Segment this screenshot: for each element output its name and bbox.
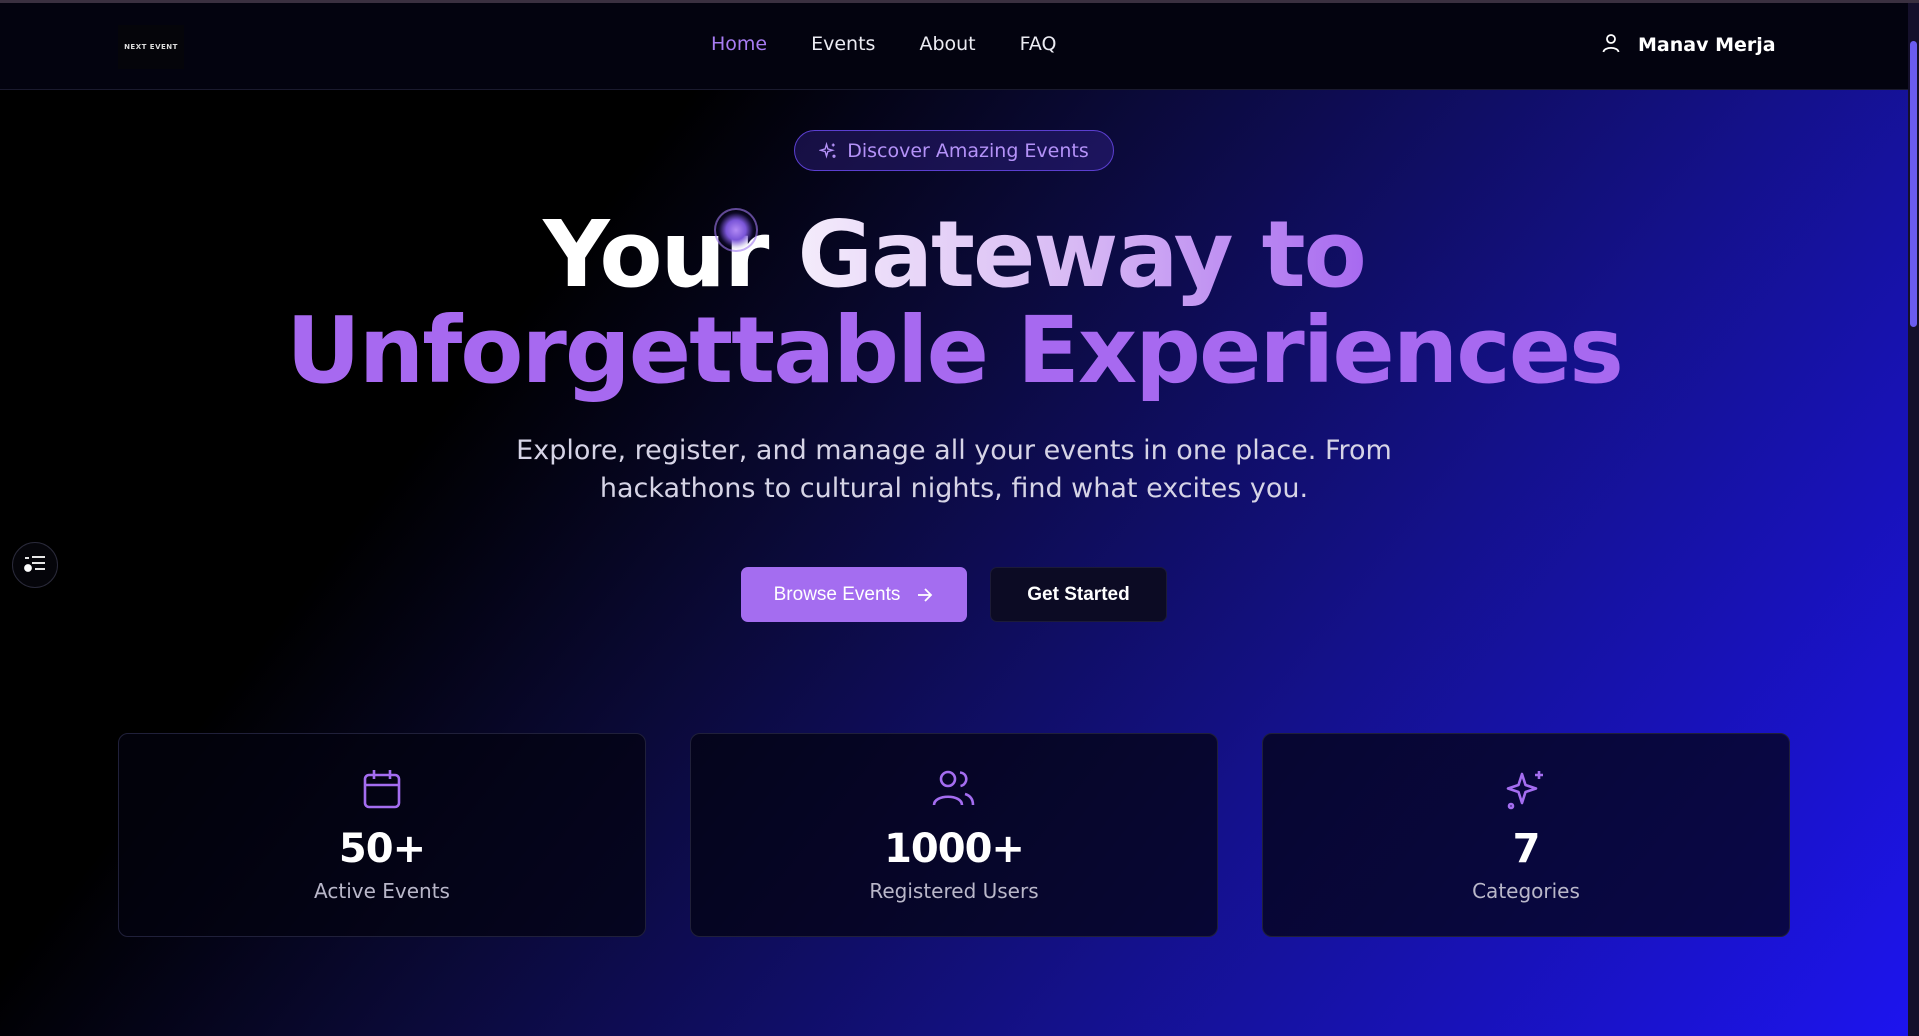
accessibility-menu-button[interactable] bbox=[12, 542, 58, 588]
hero-title-line1: Your Gateway to bbox=[0, 200, 1908, 310]
stat-label: Registered Users bbox=[869, 879, 1039, 903]
nav-link-events[interactable]: Events bbox=[811, 33, 875, 55]
hero-subtitle: Explore, register, and manage all your e… bbox=[454, 432, 1454, 508]
hero-badge: Discover Amazing Events bbox=[794, 130, 1114, 171]
arrow-right-icon bbox=[916, 587, 934, 603]
stat-label: Active Events bbox=[314, 879, 450, 903]
hero-subtitle-line1: Explore, register, and manage all your e… bbox=[516, 435, 1392, 466]
browse-events-label: Browse Events bbox=[773, 583, 901, 605]
nav-link-about[interactable]: About bbox=[919, 33, 975, 55]
get-started-button[interactable]: Get Started bbox=[990, 567, 1167, 622]
scrollbar[interactable] bbox=[1908, 3, 1919, 1036]
users-icon bbox=[691, 768, 1217, 808]
user-name: Manav Merja bbox=[1638, 34, 1776, 56]
scrollbar-thumb[interactable] bbox=[1910, 41, 1917, 327]
sparkles-icon bbox=[819, 141, 837, 160]
nav-link-home[interactable]: Home bbox=[711, 33, 767, 55]
hero-title-line2: Unforgettable Experiences bbox=[286, 297, 1624, 404]
stat-card-categories: 7 Categories bbox=[1262, 733, 1790, 937]
hero-subtitle-line2: hackathons to cultural nights, find what… bbox=[599, 473, 1309, 504]
hero-title-gateway: Gateway to bbox=[797, 201, 1366, 308]
user-menu[interactable]: Manav Merja bbox=[1602, 33, 1776, 57]
stat-card-events: 50+ Active Events bbox=[118, 733, 646, 937]
nav-link-faq[interactable]: FAQ bbox=[1020, 33, 1057, 55]
page: NEXT EVENT Home Events About FAQ Manav M… bbox=[0, 0, 1919, 1036]
stat-value: 1000+ bbox=[884, 826, 1025, 872]
stat-value: 50+ bbox=[338, 826, 426, 872]
navbar: NEXT EVENT Home Events About FAQ Manav M… bbox=[0, 3, 1908, 90]
sparkles-icon bbox=[1263, 768, 1789, 812]
list-settings-icon bbox=[23, 553, 47, 577]
calendar-icon bbox=[119, 768, 645, 810]
logo[interactable]: NEXT EVENT bbox=[118, 25, 184, 69]
logo-text: NEXT EVENT bbox=[124, 43, 178, 51]
stat-label: Categories bbox=[1472, 879, 1580, 903]
hero-badge-label: Discover Amazing Events bbox=[847, 139, 1089, 162]
user-icon bbox=[1602, 33, 1620, 57]
cursor-glow-orb bbox=[714, 208, 758, 252]
browse-events-button[interactable]: Browse Events bbox=[741, 567, 967, 622]
nav-links: Home Events About FAQ bbox=[711, 33, 1056, 55]
stat-card-users: 1000+ Registered Users bbox=[690, 733, 1218, 937]
stat-value: 7 bbox=[1512, 826, 1541, 872]
